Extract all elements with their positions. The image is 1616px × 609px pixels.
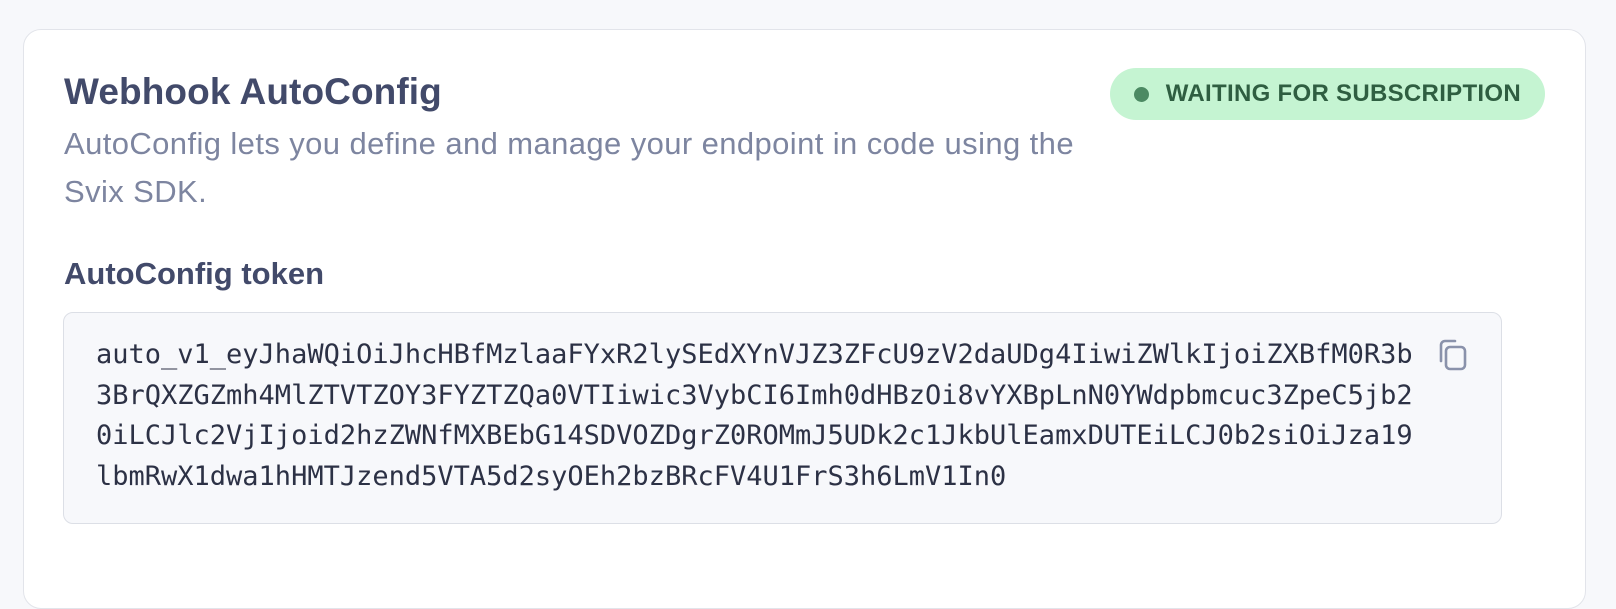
status-dot-icon	[1133, 86, 1149, 102]
copy-icon	[1439, 339, 1467, 371]
token-label: AutoConfig token	[64, 256, 325, 291]
status-badge: WAITING FOR SUBSCRIPTION	[1109, 68, 1545, 120]
status-badge-label: WAITING FOR SUBSCRIPTION	[1165, 80, 1521, 107]
token-box: auto_v1_eyJhaWQiOiJhcHBfMzlaaFYxR2lySEdX…	[63, 312, 1502, 524]
card-description: AutoConfig lets you define and manage yo…	[64, 126, 1074, 209]
copy-token-button[interactable]	[1433, 335, 1473, 375]
webhook-autoconfig-card: Webhook AutoConfig AutoConfig lets you d…	[23, 29, 1586, 609]
token-value[interactable]: auto_v1_eyJhaWQiOiJhcHBfMzlaaFYxR2lySEdX…	[96, 335, 1416, 497]
